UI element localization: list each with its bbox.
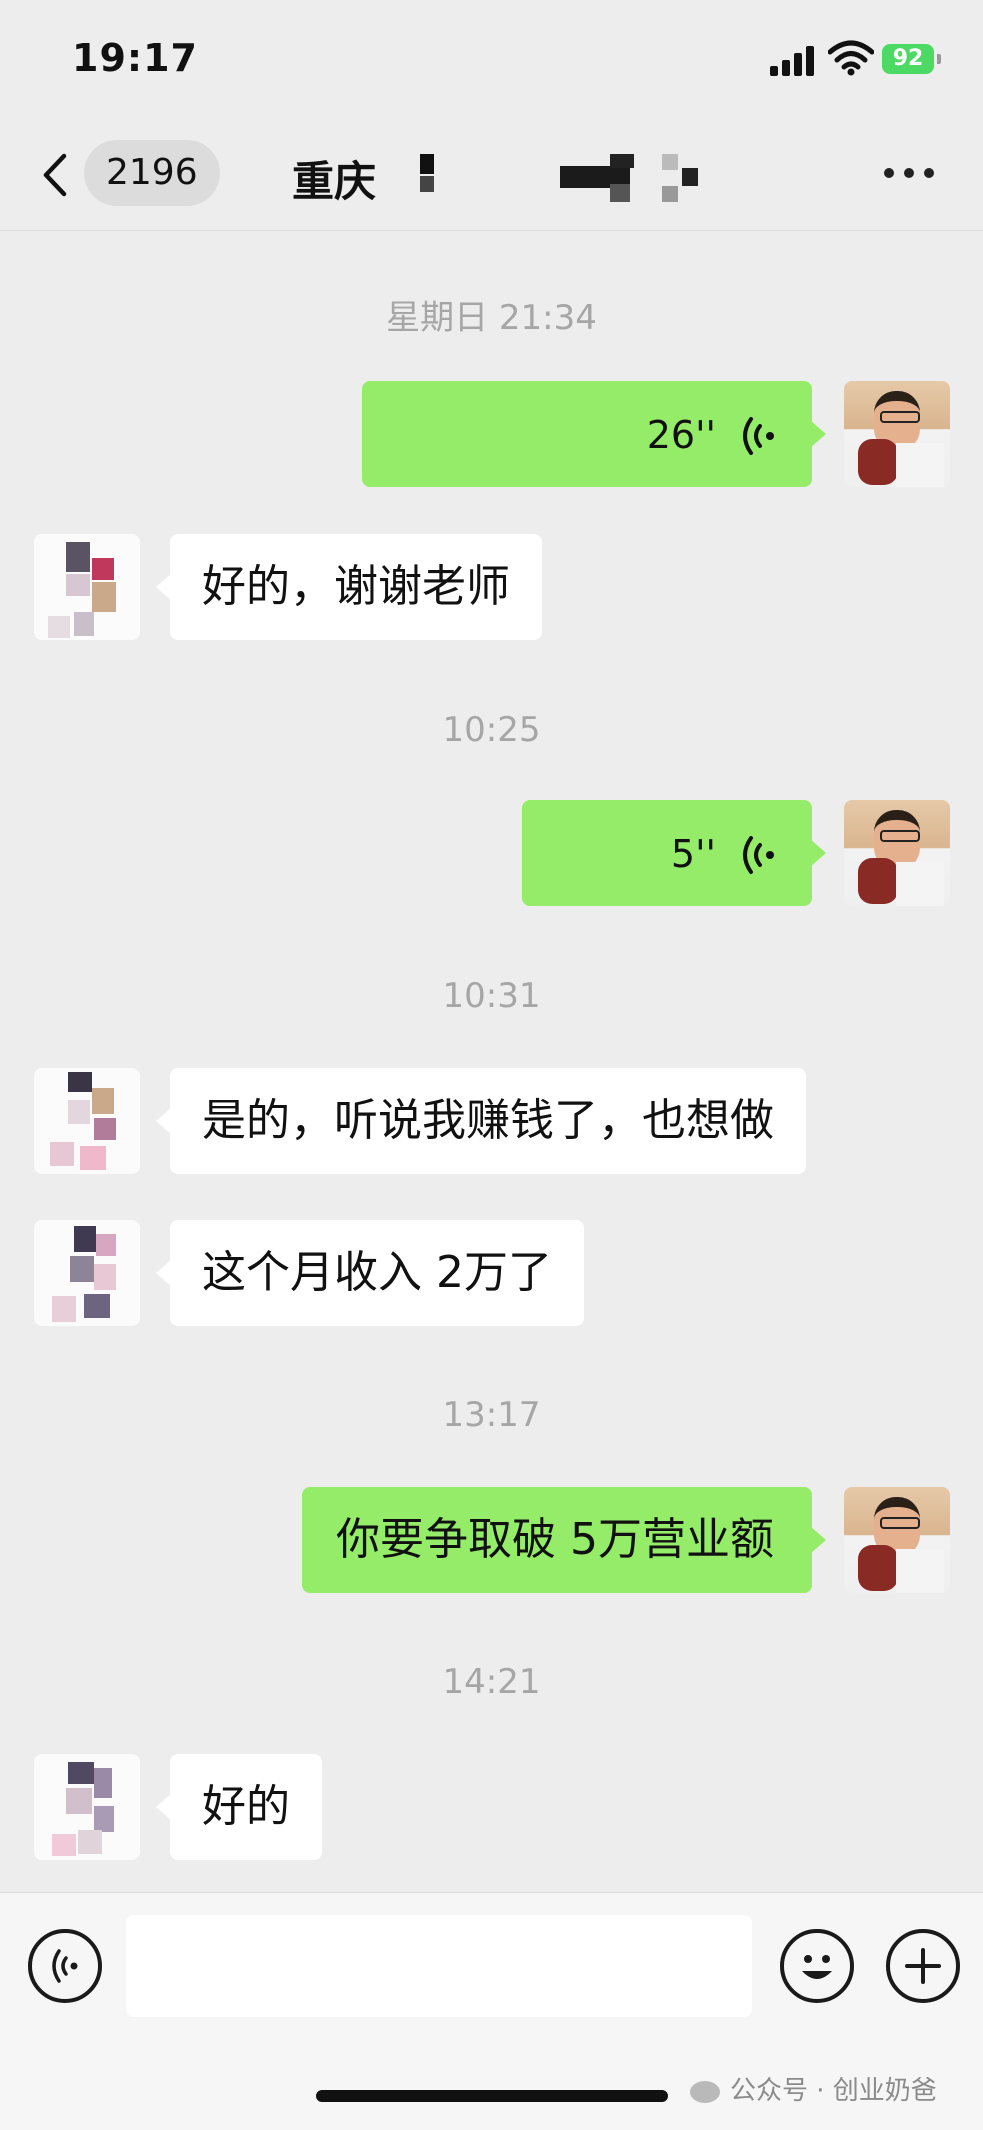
redacted-name-mosaic [420, 154, 710, 202]
voice-duration: 5'' [670, 832, 716, 876]
timestamp: 10:31 [442, 976, 541, 1016]
text-message-bubble[interactable]: 好的 [156, 1754, 322, 1860]
wifi-icon [828, 40, 874, 76]
wechat-logo-icon [690, 2080, 720, 2103]
voice-message-bubble[interactable]: 26'' [362, 381, 826, 487]
voice-duration: 26'' [646, 413, 716, 457]
contact-avatar[interactable] [34, 1068, 140, 1174]
my-avatar[interactable] [844, 1487, 950, 1593]
chat-header: 2196 重庆 [0, 120, 983, 231]
add-button[interactable] [886, 1929, 960, 2003]
watermark-text: 公众号 · 创业奶爸 [730, 2076, 937, 2106]
timestamp: 14:21 [442, 1662, 541, 1702]
contact-avatar[interactable] [34, 534, 140, 640]
my-avatar[interactable] [844, 800, 950, 906]
my-avatar[interactable] [844, 381, 950, 487]
signal-icon [770, 44, 820, 76]
text-message-bubble[interactable]: 你要争取破 5万营业额 [302, 1487, 826, 1593]
chat-title: 重庆 [292, 157, 377, 206]
back-arrow-icon[interactable] [36, 150, 76, 200]
message-input[interactable] [126, 1915, 752, 2017]
emoji-button[interactable] [780, 1929, 854, 2003]
timestamp: 10:25 [442, 710, 541, 750]
add-icon [905, 1948, 941, 1984]
status-time: 19:17 [72, 36, 198, 80]
timestamp: 13:17 [442, 1395, 541, 1435]
contact-avatar[interactable] [34, 1220, 140, 1326]
battery-icon: 92 [882, 44, 941, 74]
text-message-bubble[interactable]: 这个月收入 2万了 [156, 1220, 584, 1326]
more-icon[interactable] [884, 168, 936, 180]
voice-message-bubble[interactable]: 5'' [522, 800, 826, 906]
timestamp: 星期日 21:34 [386, 298, 597, 338]
emoji-icon [802, 1955, 832, 1979]
voice-input-button[interactable] [28, 1929, 102, 2003]
unread-count-badge[interactable]: 2196 [84, 140, 220, 206]
voice-wave-icon [743, 836, 774, 874]
watermark: 公众号 · 创业奶爸 [690, 2070, 937, 2107]
contact-avatar[interactable] [34, 1754, 140, 1860]
text-message-bubble[interactable]: 好的，谢谢老师 [156, 534, 542, 640]
voice-input-icon [52, 1949, 78, 1983]
voice-wave-icon [743, 417, 774, 455]
home-indicator[interactable] [316, 2090, 668, 2102]
status-bar: 19:17 92 [0, 0, 983, 120]
text-message-bubble[interactable]: 是的，听说我赚钱了，也想做 [156, 1068, 806, 1174]
